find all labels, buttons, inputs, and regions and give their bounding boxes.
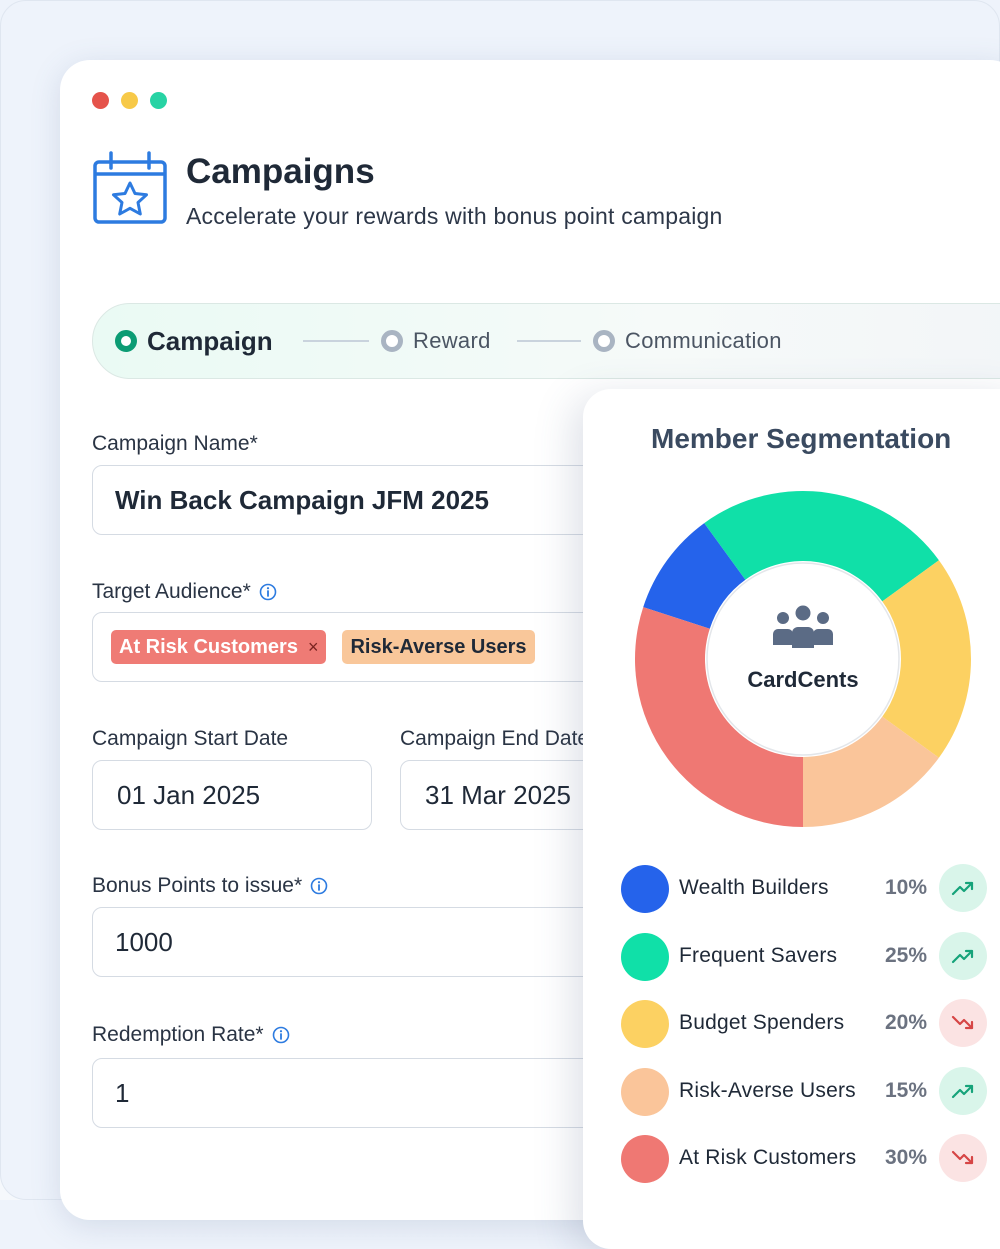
trend-down-icon [939, 1134, 987, 1182]
legend-item: Budget Spenders 20% [621, 999, 1000, 1049]
legend-item: Risk-Averse Users 15% [621, 1066, 1000, 1117]
redemption-rate-label: Redemption Rate* [92, 1023, 290, 1047]
segmentation-title: Member Segmentation [651, 423, 952, 454]
step-active-indicator [115, 330, 137, 352]
start-date-input[interactable]: 01 Jan 2025 [92, 760, 372, 830]
end-date-value: 31 Mar 2025 [425, 779, 571, 810]
legend-percentage: 25% [885, 943, 928, 967]
legend-percentage: 15% [885, 1078, 928, 1102]
close-window-button[interactable] [92, 92, 109, 109]
window-controls [92, 92, 167, 109]
info-icon[interactable] [310, 877, 328, 895]
trend-up-icon [939, 931, 987, 980]
step-reward[interactable]: Reward [381, 304, 491, 378]
legend-color-swatch [621, 1067, 669, 1116]
step-connector [517, 340, 581, 342]
step-inactive-indicator [593, 330, 615, 352]
info-icon[interactable] [272, 1026, 290, 1044]
step-label: Communication [625, 328, 782, 353]
target-audience-label: Target Audience* [92, 580, 277, 604]
step-inactive-indicator [381, 330, 403, 352]
start-date-label-text: Campaign Start Date [92, 727, 289, 750]
campaign-name-input[interactable]: Win Back Campaign JFM 2025 [92, 465, 652, 535]
legend-color-swatch [621, 1000, 669, 1048]
end-date-label: Campaign End Date [400, 727, 589, 751]
donut-center-label: CardCents [747, 667, 858, 692]
chip-label: At Risk Customers [119, 635, 298, 658]
calendar-star-icon [93, 151, 167, 224]
legend-percentage: 10% [885, 876, 928, 899]
campaign-name-label-text: Campaign Name* [92, 432, 258, 455]
legend-name: Budget Spenders [679, 1011, 845, 1034]
legend-item: Wealth Builders 10% [621, 864, 1000, 914]
step-communication[interactable]: Communication [593, 304, 782, 378]
legend-percentage: 30% [885, 1146, 928, 1169]
chip-remove-icon[interactable]: × [308, 637, 319, 658]
target-audience-input[interactable]: At Risk Customers × Risk-Averse Users [92, 612, 652, 682]
trend-up-icon [939, 864, 987, 912]
legend-item: Frequent Savers 25% [621, 931, 1000, 982]
trend-down-icon [939, 999, 987, 1047]
legend-color-swatch [621, 1135, 669, 1183]
info-icon[interactable] [259, 583, 277, 601]
legend-color-swatch [621, 932, 669, 981]
redemption-rate-value: 1 [115, 1077, 130, 1108]
member-segmentation-card: Member Segmentation CardCents Wealth Bui… [583, 389, 1000, 1249]
bonus-points-label: Bonus Points to issue* [92, 874, 328, 898]
chip-label: Risk-Averse Users [350, 635, 527, 658]
legend-color-swatch [621, 865, 669, 913]
bonus-points-input[interactable]: 1000 [92, 907, 652, 977]
start-date-value: 01 Jan 2025 [117, 779, 261, 810]
audience-chip-risk-averse: Risk-Averse Users [342, 630, 535, 664]
campaign-name-value: Win Back Campaign JFM 2025 [115, 484, 489, 515]
step-label: Reward [413, 328, 491, 353]
legend-name: At Risk Customers [679, 1146, 857, 1169]
step-label: Campaign [147, 325, 273, 356]
page-title: Campaigns [186, 152, 375, 191]
campaign-name-label: Campaign Name* [92, 432, 258, 456]
legend-percentage: 20% [885, 1011, 928, 1034]
redemption-rate-input[interactable]: 1 [92, 1058, 652, 1128]
start-date-label: Campaign Start Date [92, 727, 288, 751]
audience-chip-at-risk: At Risk Customers × [111, 630, 327, 664]
legend-name: Wealth Builders [679, 876, 829, 899]
redemption-rate-label-text: Redemption Rate* [92, 1023, 264, 1046]
minimize-window-button[interactable] [121, 92, 138, 109]
campaign-stepper: Campaign Reward Communication [92, 303, 1000, 379]
bonus-points-value: 1000 [115, 926, 173, 957]
segmentation-donut-chart: CardCents [635, 491, 971, 827]
bonus-points-label-text: Bonus Points to issue* [92, 874, 303, 897]
maximize-window-button[interactable] [150, 92, 167, 109]
page-subtitle: Accelerate your rewards with bonus point… [186, 203, 723, 229]
legend-item: At Risk Customers 30% [621, 1134, 1000, 1184]
legend-name: Frequent Savers [679, 943, 838, 967]
donut-center [706, 562, 900, 756]
target-audience-label-text: Target Audience* [92, 580, 251, 603]
trend-up-icon [939, 1066, 987, 1115]
end-date-label-text: Campaign End Date [400, 727, 590, 750]
legend-name: Risk-Averse Users [679, 1078, 856, 1102]
step-campaign[interactable]: Campaign [115, 304, 273, 378]
step-connector [303, 340, 369, 342]
